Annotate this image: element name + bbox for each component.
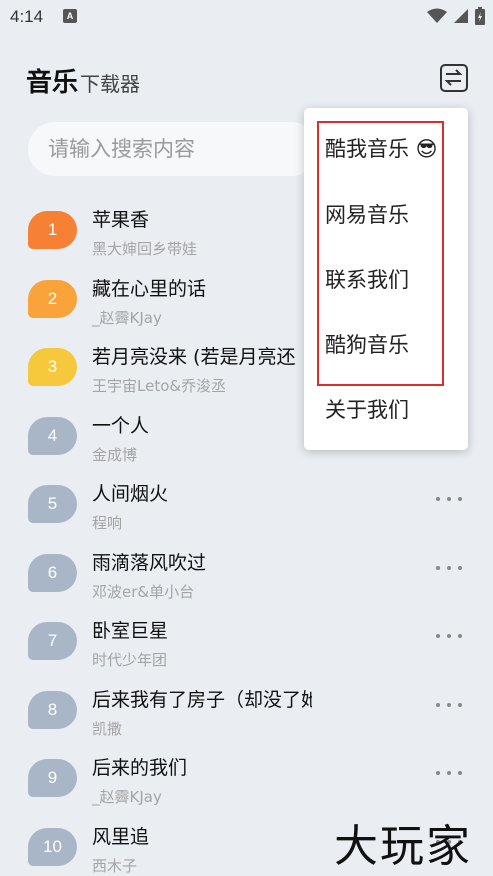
song-artist: 程响 [92,514,123,532]
status-bar: 4:14 A [0,0,493,34]
song-title: 苹果香 [92,209,150,231]
rank-badge: 3 [28,348,77,386]
more-options-icon[interactable] [436,698,462,712]
song-artist: 邓波er&单小台 [92,582,195,601]
rank-badge: 9 [28,759,77,797]
song-row[interactable]: 8 后来我有了房子（却没了她） 凯撒 [0,676,493,745]
song-title: 风里追 [92,825,150,848]
song-artist: 西木子 [92,856,138,875]
song-title: 后来的我们 [92,757,188,779]
song-title: 一个人 [92,414,150,437]
song-row[interactable]: 7 卧室巨星时代少年团 [0,607,493,676]
song-artist: 金成博 [92,445,138,464]
app-header: 音乐 下载器 [26,62,140,102]
song-artist: 王宇宙Leto&乔浚丞 [92,377,227,395]
song-title: 人间烟火 [92,483,169,505]
rank-badge: 2 [28,279,77,318]
song-row[interactable]: 6 雨滴落风吹过邓波er&单小台 [0,539,493,608]
more-options-icon[interactable] [436,561,462,575]
wifi-icon [427,8,447,23]
rank-badge: 10 [28,827,77,866]
system-icons [427,7,485,25]
song-row[interactable]: 5 人间烟火程响 [0,470,493,539]
menu-item[interactable]: 关于我们 [325,395,409,425]
rank-badge: 6 [28,553,77,592]
song-artist: _赵霽KJay [92,308,162,327]
search-box [28,122,318,176]
song-title: 后来我有了房子（却没了她） [92,688,312,711]
search-input[interactable] [48,122,308,176]
signal-icon [454,9,468,23]
highlight-frame [317,121,444,386]
rank-badge: 4 [28,416,77,455]
swap-arrows-icon [444,69,463,86]
song-title: 雨滴落风吹过 [92,551,207,574]
rank-badge: 5 [28,485,77,523]
watermark-logo: 大玩家 [334,821,472,872]
app-subtitle: 下载器 [80,72,141,96]
switch-source-button[interactable] [440,64,468,92]
rank-badge: 7 [28,622,77,660]
battery-charging-icon [475,7,485,25]
app-title: 音乐 [26,68,79,98]
more-options-icon[interactable] [436,766,462,780]
more-options-icon[interactable] [436,492,462,506]
rank-badge: 8 [28,690,77,729]
song-artist: _赵霽KJay [92,788,162,806]
song-artist: 黑大婶回乡带娃 [92,240,198,258]
song-artist: 凯撒 [92,719,123,738]
song-title: 卧室巨星 [92,620,169,642]
song-artist: 时代少年团 [92,651,168,669]
rank-badge: 1 [28,211,77,249]
more-options-icon[interactable] [436,629,462,643]
song-row[interactable]: 9 后来的我们 _赵霽KJay [0,744,493,813]
status-time: 4:14 [10,7,44,26]
song-title: 藏在心里的话 [92,277,207,300]
notification-icon: A [63,9,77,23]
song-title: 若月亮没来 (若是月亮还 [92,346,296,368]
